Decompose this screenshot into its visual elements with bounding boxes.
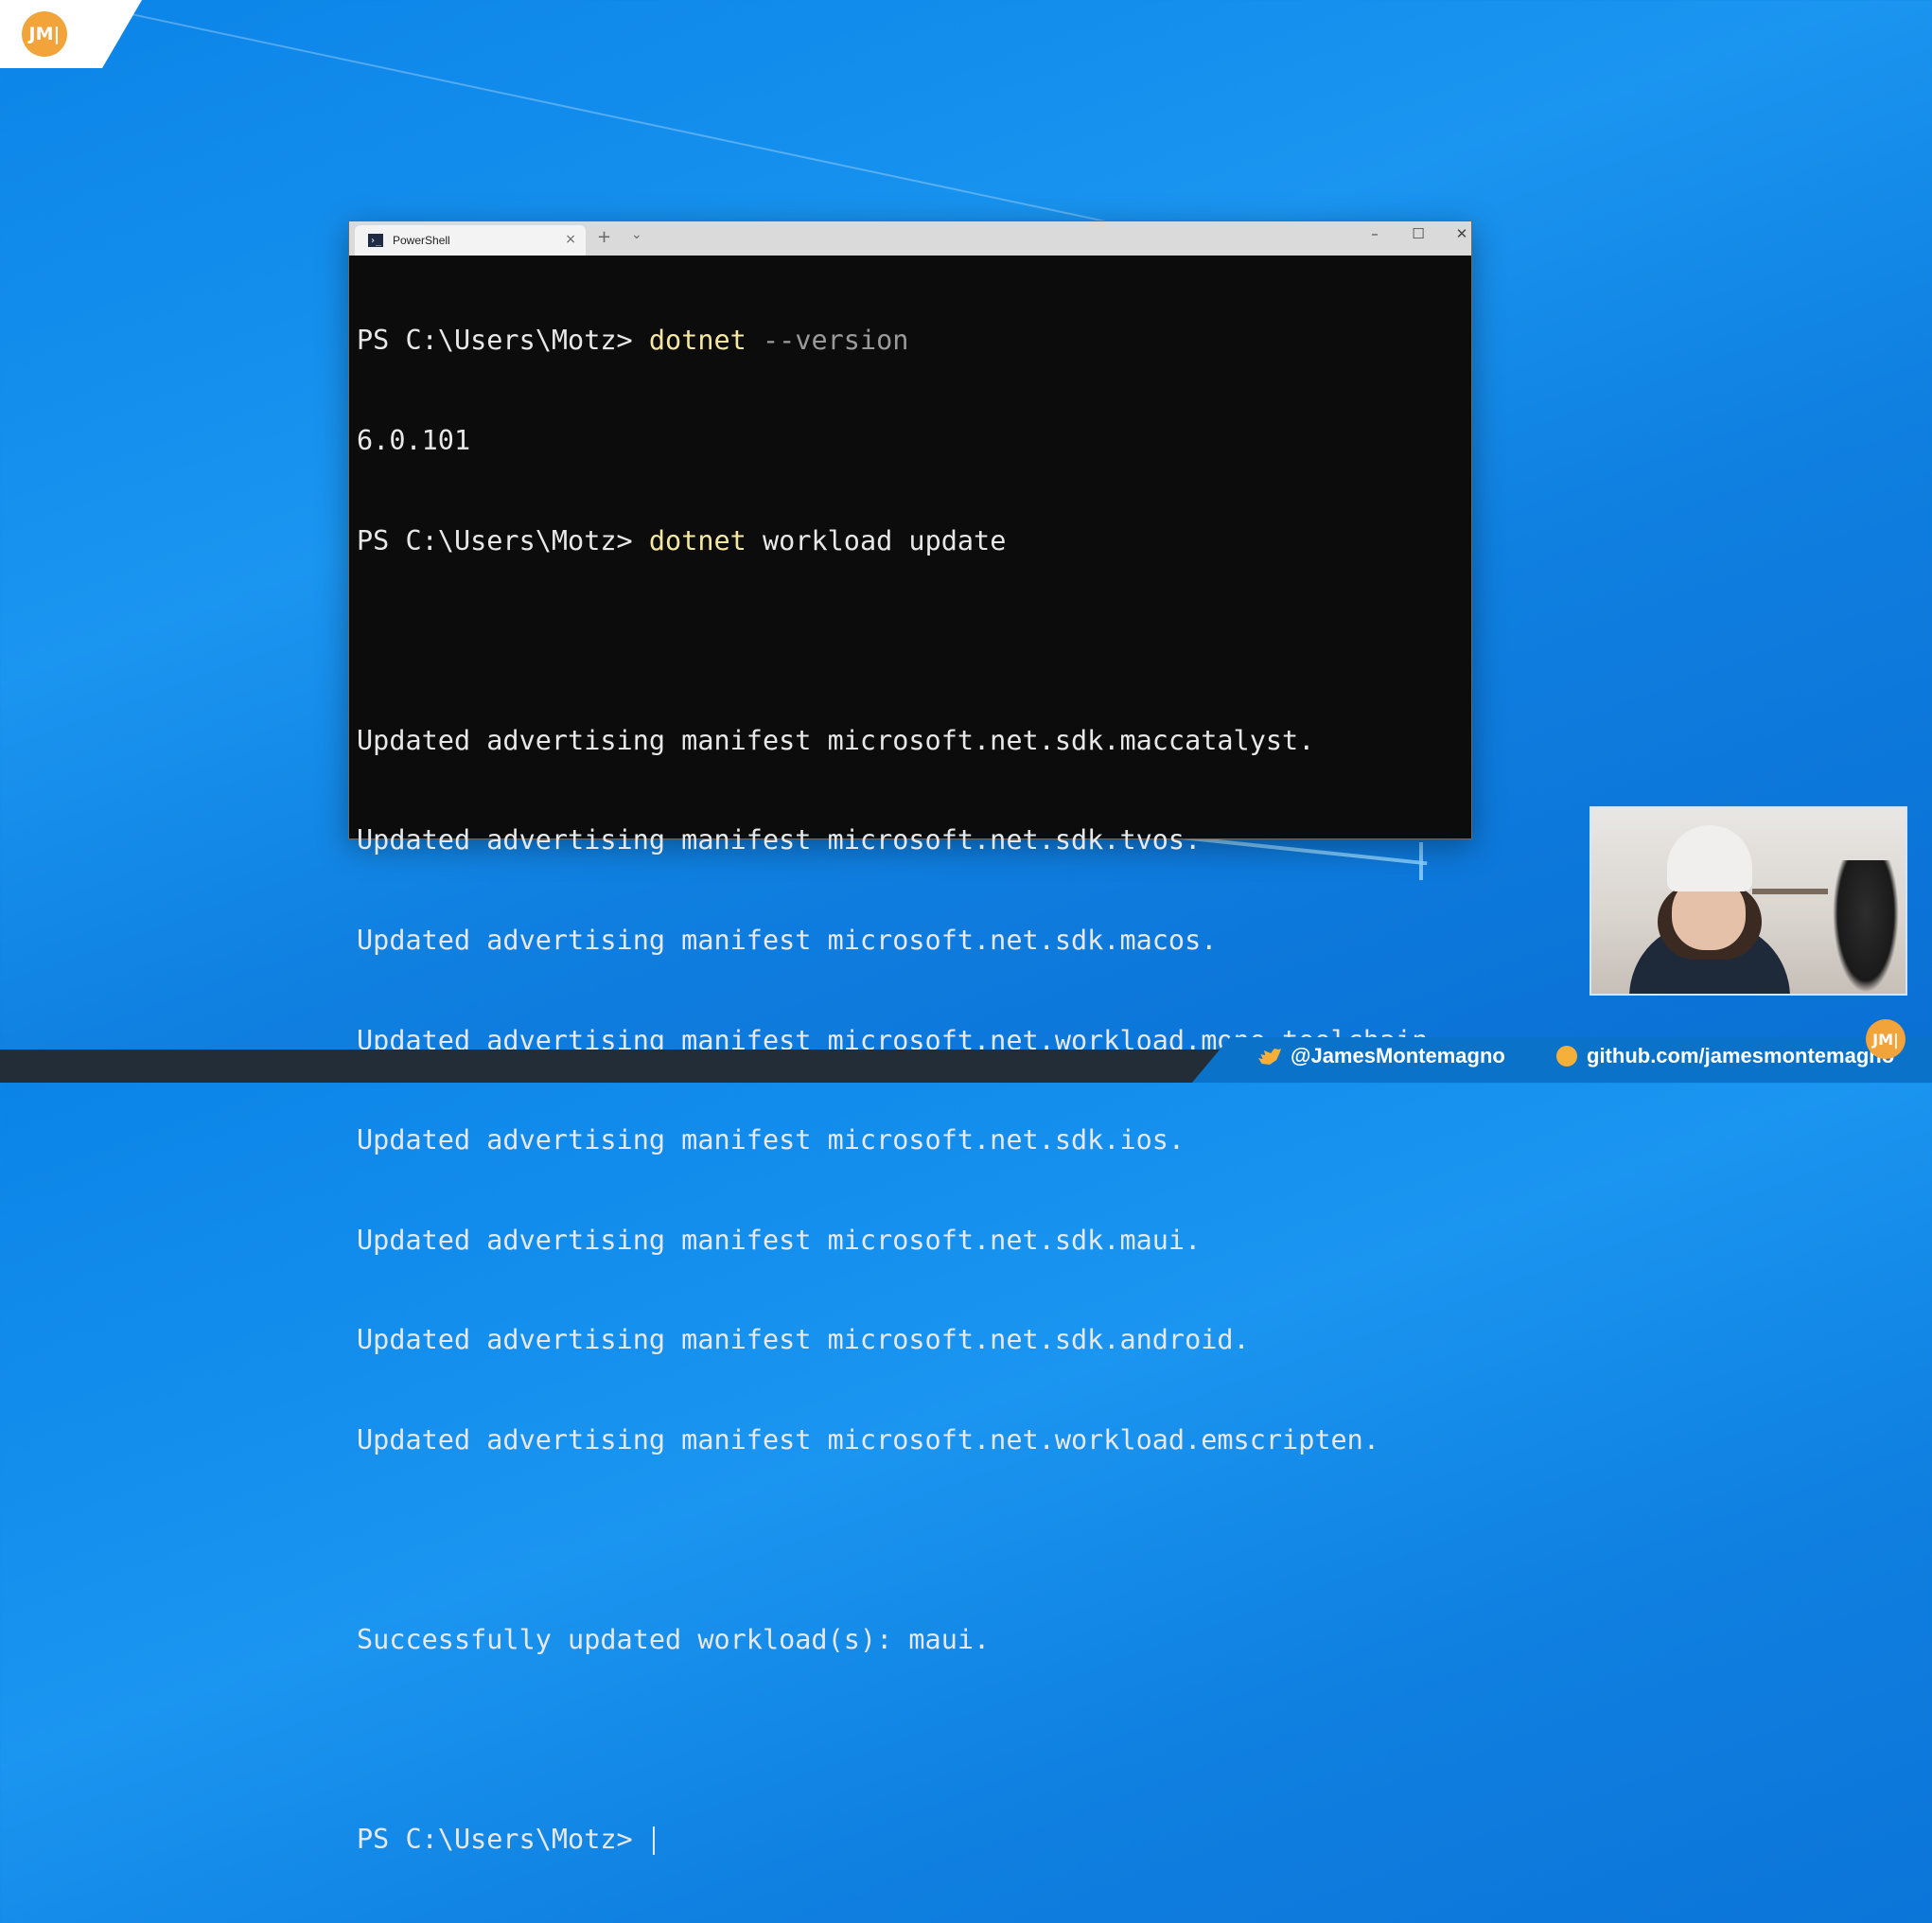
prompt: PS C:\Users\Motz> bbox=[357, 325, 633, 357]
webcam-overlay bbox=[1590, 806, 1907, 996]
terminal-line: Updated advertising manifest microsoft.n… bbox=[357, 1423, 1379, 1455]
text-cursor bbox=[652, 1826, 655, 1856]
terminal-line: Updated advertising manifest microsoft.n… bbox=[357, 824, 1202, 856]
minimize-button[interactable]: – bbox=[1356, 225, 1394, 242]
terminal-input-line[interactable]: PS C:\Users\Motz> bbox=[357, 1823, 1471, 1856]
terminal-line: 6.0.101 bbox=[357, 425, 471, 456]
twitter-handle-text: @JamesMontemagno bbox=[1291, 1044, 1505, 1067]
terminal-line: PS C:\Users\Motz> dotnet --version bbox=[357, 324, 1471, 357]
title-bar[interactable]: ›_ PowerShell × + ⌄ – ☐ ✕ bbox=[349, 221, 1471, 256]
tab-dropdown-button[interactable]: ⌄ bbox=[631, 227, 642, 242]
command-exe: dotnet bbox=[648, 524, 746, 556]
powershell-icon: ›_ bbox=[368, 234, 383, 247]
command-args: --version bbox=[763, 325, 909, 357]
command-args: workload update bbox=[763, 524, 1007, 556]
twitter-handle: @JamesMontemagno bbox=[1258, 1044, 1505, 1068]
terminal-line: Updated advertising manifest microsoft.n… bbox=[357, 1324, 1250, 1356]
twitter-icon bbox=[1258, 1049, 1281, 1065]
command-exe: dotnet bbox=[648, 325, 746, 357]
tab-powershell[interactable]: ›_ PowerShell × bbox=[355, 225, 586, 256]
terminal-output[interactable]: PS C:\Users\Motz> dotnet --version 6.0.1… bbox=[357, 257, 1471, 1856]
webcam-presenter-beanie bbox=[1667, 825, 1752, 891]
terminal-line: Updated advertising manifest microsoft.n… bbox=[357, 924, 1218, 956]
webcam-plant bbox=[1833, 860, 1899, 993]
terminal-line: PS C:\Users\Motz> dotnet workload update bbox=[357, 524, 1471, 557]
terminal-line: Updated advertising manifest microsoft.n… bbox=[357, 724, 1315, 756]
tab-close-button[interactable]: × bbox=[565, 232, 576, 247]
jm-logo-icon: JM| bbox=[1866, 1019, 1906, 1059]
new-tab-button[interactable]: + bbox=[597, 227, 611, 247]
close-button[interactable]: ✕ bbox=[1443, 225, 1481, 242]
terminal-line: Successfully updated workload(s): maui. bbox=[357, 1624, 991, 1656]
maximize-button[interactable]: ☐ bbox=[1399, 225, 1437, 242]
terminal-line: Updated advertising manifest microsoft.n… bbox=[357, 1224, 1202, 1256]
jm-logo-icon: JM| bbox=[22, 11, 67, 57]
prompt: PS C:\Users\Motz> bbox=[357, 1824, 633, 1856]
github-icon bbox=[1556, 1046, 1577, 1067]
github-link: github.com/jamesmontemagno bbox=[1556, 1044, 1894, 1068]
terminal-window[interactable]: ›_ PowerShell × + ⌄ – ☐ ✕ PS C:\Users\Mo… bbox=[348, 221, 1472, 1856]
prompt: PS C:\Users\Motz> bbox=[357, 524, 633, 556]
github-link-text: github.com/jamesmontemagno bbox=[1587, 1044, 1895, 1067]
tab-title: PowerShell bbox=[393, 234, 450, 247]
terminal-line: Updated advertising manifest microsoft.n… bbox=[357, 1124, 1186, 1156]
webcam-shelf bbox=[1752, 889, 1828, 894]
